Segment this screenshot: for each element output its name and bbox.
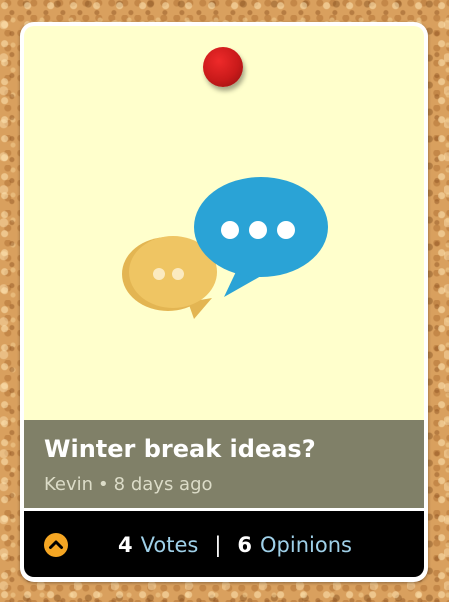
stats-divider: | xyxy=(214,533,222,557)
chat-bubbles-icon xyxy=(122,177,328,319)
pushpin-icon xyxy=(203,47,243,87)
opinions-link[interactable]: Opinions xyxy=(260,533,352,557)
idea-title[interactable]: Winter break ideas? xyxy=(44,434,404,464)
meta-separator: • xyxy=(98,474,109,495)
idea-stats: 4 Votes | 6 Opinions xyxy=(118,531,352,559)
votes-link[interactable]: Votes xyxy=(141,533,199,557)
yellow-bubble-dot xyxy=(172,268,184,280)
blue-bubble-dot xyxy=(277,221,295,239)
yellow-bubble-dot xyxy=(153,268,165,280)
chevron-up-circle-icon[interactable] xyxy=(44,533,68,557)
card-footer: 4 Votes | 6 Opinions xyxy=(24,511,424,577)
idea-card[interactable]: Winter break ideas? Kevin • 8 days ago 4 Vo… xyxy=(20,22,428,582)
blue-bubble-dot xyxy=(249,221,267,239)
posted-age: 8 days ago xyxy=(113,474,213,495)
blue-bubble-dot xyxy=(221,221,239,239)
sticky-note[interactable]: Winter break ideas? Kevin • 8 days ago xyxy=(24,26,424,508)
idea-meta: Kevin • 8 days ago xyxy=(44,474,404,495)
idea-caption: Winter break ideas? Kevin • 8 days ago xyxy=(24,420,424,508)
author-name: Kevin xyxy=(44,474,94,495)
votes-count: 4 xyxy=(118,533,133,557)
opinions-count: 6 xyxy=(237,533,253,557)
